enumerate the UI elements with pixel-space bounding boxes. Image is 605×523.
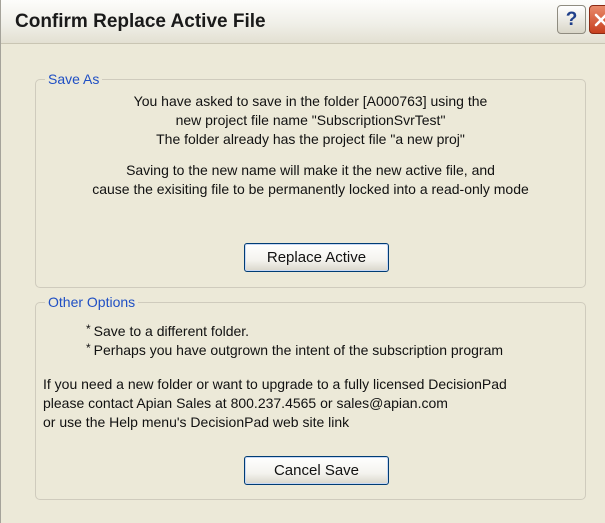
save-as-message-line: The folder already has the project file …: [156, 131, 465, 147]
replace-active-button[interactable]: Replace Active: [244, 243, 389, 272]
help-icon: ?: [565, 8, 578, 30]
other-options-legend: Other Options: [45, 293, 139, 311]
save-as-legend: Save As: [45, 70, 103, 88]
cancel-save-button[interactable]: Cancel Save: [244, 456, 389, 485]
save-as-message-line: new project file name "SubscriptionSvrTe…: [175, 112, 446, 128]
save-as-message-line: Saving to the new name will make it the …: [126, 162, 495, 178]
dialog-title: Confirm Replace Active File: [15, 11, 266, 32]
confirm-replace-dialog: Confirm Replace Active File ? Save As Yo…: [0, 0, 605, 523]
info-line: or use the Help menu's DecisionPad web s…: [43, 414, 350, 430]
list-item: * Perhaps you have outgrown the intent of…: [86, 341, 503, 360]
list-item: * Save to a different folder.: [86, 322, 249, 341]
bullet-icon: *: [86, 341, 91, 355]
title-bar[interactable]: Confirm Replace Active File ?: [1, 0, 605, 44]
close-button[interactable]: [589, 5, 605, 34]
close-x-icon: [594, 13, 605, 26]
help-button[interactable]: ?: [557, 5, 586, 34]
bullet-icon: *: [86, 322, 91, 336]
list-item-text: Perhaps you have outgrown the intent of …: [93, 342, 504, 358]
info-line: please contact Apian Sales at 800.237.45…: [43, 395, 448, 411]
info-line: If you need a new folder or want to upgr…: [43, 376, 507, 392]
list-item-text: Save to a different folder.: [93, 323, 250, 339]
save-as-message-line: You have asked to save in the folder [A0…: [133, 93, 488, 109]
save-as-message-line: cause the exisiting file to be permanent…: [92, 181, 529, 197]
